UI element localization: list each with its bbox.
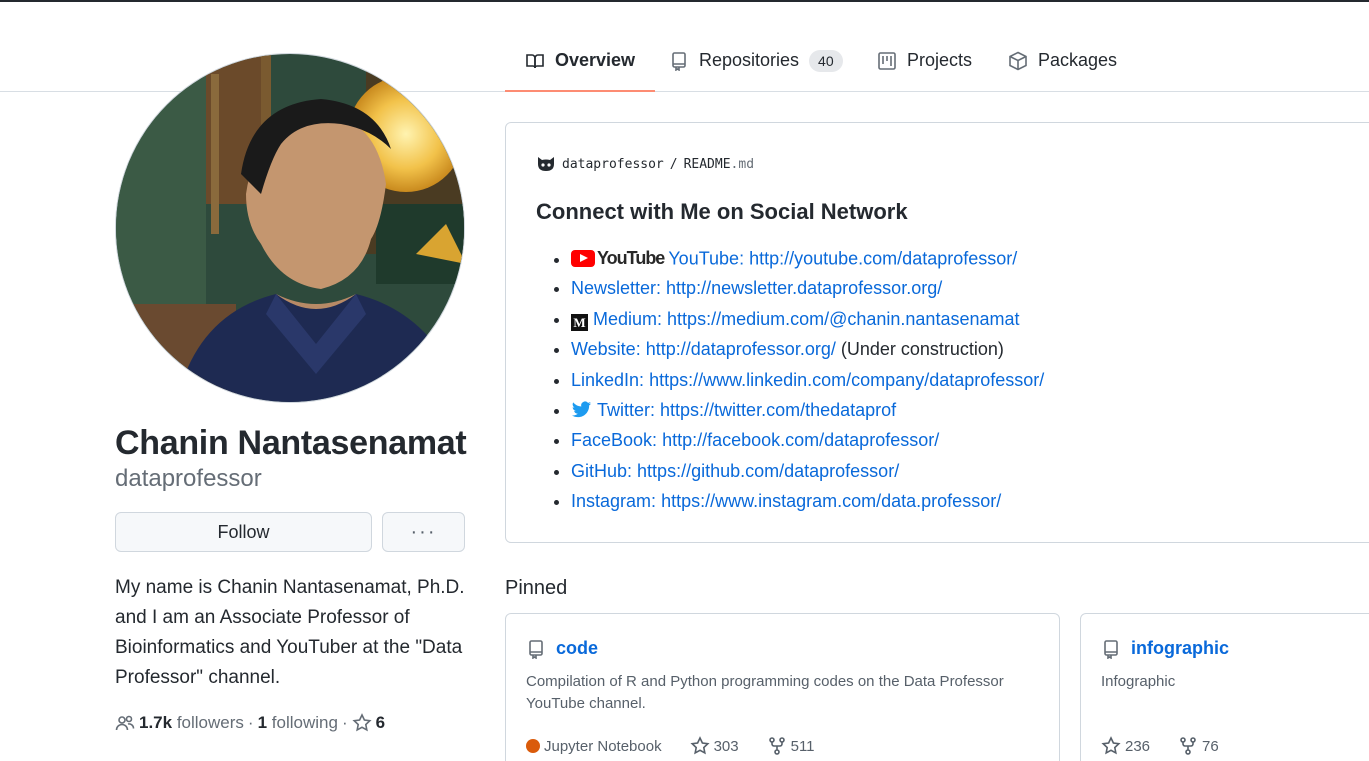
followers-label: followers [176, 713, 244, 732]
github-label-link[interactable]: GitHub: [571, 461, 632, 481]
star-icon [1101, 736, 1121, 755]
stars-count[interactable]: 6 [376, 713, 385, 733]
repo-stars-link[interactable]: 303 [714, 738, 739, 755]
instagram-url-link[interactable]: https://www.instagram.com/data.professor… [661, 491, 1001, 511]
youtube-label-link[interactable]: YouTube: [668, 249, 744, 269]
repo-stars-link[interactable]: 236 [1125, 738, 1150, 755]
star-icon [690, 736, 710, 755]
repo-counter-badge: 40 [809, 49, 843, 72]
package-icon [1009, 51, 1027, 70]
list-item: LinkedIn: https://www.linkedin.com/compa… [571, 365, 1044, 395]
profile-full-name: Chanin Nantasenamat [115, 424, 467, 462]
repo-forks-link[interactable]: 76 [1202, 738, 1219, 755]
stats-separator: · [341, 713, 348, 732]
repo-icon [529, 639, 543, 659]
list-item: Newsletter: http://newsletter.dataprofes… [571, 273, 1044, 303]
list-item: M Medium: https://medium.com/@chanin.nant… [571, 304, 1044, 334]
instagram-label-link[interactable]: Instagram: [571, 491, 656, 511]
pinned-repo-header: code [526, 638, 598, 659]
more-options-button[interactable]: ··· [382, 512, 465, 552]
following-label: following [271, 713, 338, 732]
repo-forks-link[interactable]: 511 [791, 738, 815, 755]
pinned-repo-meta: Jupyter Notebook 303 511 [526, 736, 815, 756]
pinned-repo-description: Infographic [1101, 673, 1176, 690]
readme-path: dataprofessor / README.md [536, 155, 754, 173]
people-icon [115, 715, 135, 731]
pinned-repo-link[interactable]: code [556, 638, 598, 659]
tab-label: Repositories [699, 50, 800, 70]
tab-repositories[interactable]: Repositories 40 [669, 30, 843, 91]
list-item: GitHub: https://github.com/dataprofessor… [571, 456, 1044, 486]
pinned-repo-description: Compilation of R and Python programming … [526, 673, 1004, 712]
twitter-bird-icon [571, 401, 592, 418]
medium-url-link[interactable]: https://medium.com/@chanin.nantasenamat [667, 309, 1019, 329]
top-border [0, 0, 1369, 2]
readme-file-link[interactable]: README.md [684, 157, 754, 172]
followers-link[interactable]: 1.7k followers [139, 713, 244, 733]
following-link[interactable]: 1 following [258, 713, 338, 733]
twitter-url-link[interactable]: https://twitter.com/thedataprof [660, 400, 896, 420]
twitter-label-link[interactable]: Twitter: [597, 400, 655, 420]
readme-file-name: README [683, 156, 731, 172]
avatar [115, 53, 465, 403]
profile-readme-card: dataprofessor / README.md Connect with M… [505, 122, 1369, 543]
youtube-url-link[interactable]: http://youtube.com/dataprofessor/ [749, 249, 1017, 269]
facebook-label-link[interactable]: FaceBook: [571, 430, 657, 450]
pinned-section-title: Pinned [505, 577, 568, 599]
website-url-link[interactable]: http://dataprofessor.org/ [646, 339, 836, 359]
medium-label-link[interactable]: Medium: [593, 309, 662, 329]
fork-icon [1180, 737, 1196, 755]
stats-separator: · [247, 713, 254, 732]
linkedin-url-link[interactable]: https://www.linkedin.com/company/datapro… [649, 370, 1044, 390]
book-icon [526, 53, 544, 68]
website-note: (Under construction) [835, 339, 1004, 360]
repo-icon [1104, 639, 1118, 659]
avatar-photo [116, 54, 464, 402]
language-color-dot [526, 739, 540, 753]
facebook-url-link[interactable]: http://facebook.com/dataprofessor/ [662, 430, 939, 450]
tab-packages[interactable]: Packages [1008, 30, 1117, 91]
fork-icon [768, 737, 785, 755]
tab-projects[interactable]: Projects [877, 30, 972, 91]
star-icon [352, 713, 372, 732]
profile-stats: 1.7k followers · 1 following · 6 [115, 713, 385, 733]
youtube-logo-text: YouTube [597, 248, 665, 268]
website-label-link[interactable]: Website: [571, 339, 641, 359]
list-item: FaceBook: http://facebook.com/dataprofes… [571, 425, 1044, 455]
list-item: Twitter: https://twitter.com/thedataprof [571, 395, 1044, 425]
github-url-link[interactable]: https://github.com/dataprofessor/ [637, 461, 899, 481]
github-octocat-icon [538, 157, 554, 171]
social-links-list: YouTubeYouTube: http://youtube.com/datap… [571, 243, 1044, 517]
repo-icon [672, 51, 686, 71]
profile-username: dataprofessor [115, 465, 262, 492]
youtube-logo-icon: YouTube [571, 243, 665, 273]
tab-overview[interactable]: Overview [504, 30, 656, 92]
list-item: YouTubeYouTube: http://youtube.com/datap… [571, 243, 1044, 273]
list-item: Instagram: https://www.instagram.com/dat… [571, 486, 1044, 516]
repo-language: Jupyter Notebook [544, 737, 662, 755]
pinned-repo-header: infographic [1101, 638, 1229, 659]
readme-owner-link[interactable]: dataprofessor [562, 157, 664, 172]
pinned-repo-card: code Compilation of R and Python program… [505, 613, 1060, 761]
tab-label: Overview [555, 50, 636, 70]
following-count: 1 [257, 713, 268, 732]
path-separator: / [669, 156, 678, 172]
list-item: Website: http://dataprofessor.org/ (Unde… [571, 334, 1044, 364]
pinned-repo-card: infographic Infographic 236 76 [1080, 613, 1369, 761]
profile-bio: My name is Chanin Nantasenamat, Ph.D. an… [115, 577, 465, 688]
followers-count: 1.7k [139, 713, 173, 732]
newsletter-url-link[interactable]: http://newsletter.dataprofessor.org/ [666, 278, 942, 298]
project-icon [878, 51, 896, 70]
tab-label: Packages [1038, 50, 1118, 70]
pinned-repo-link[interactable]: infographic [1131, 638, 1229, 659]
pinned-repo-meta: 236 76 [1101, 736, 1219, 756]
follow-button[interactable]: Follow [115, 512, 372, 552]
newsletter-label-link[interactable]: Newsletter: [571, 278, 661, 298]
tab-label: Projects [907, 50, 973, 70]
medium-logo-icon: M [571, 313, 588, 331]
linkedin-label-link[interactable]: LinkedIn: [571, 370, 644, 390]
readme-heading: Connect with Me on Social Network [536, 199, 908, 224]
readme-file-ext: .md [730, 156, 755, 172]
